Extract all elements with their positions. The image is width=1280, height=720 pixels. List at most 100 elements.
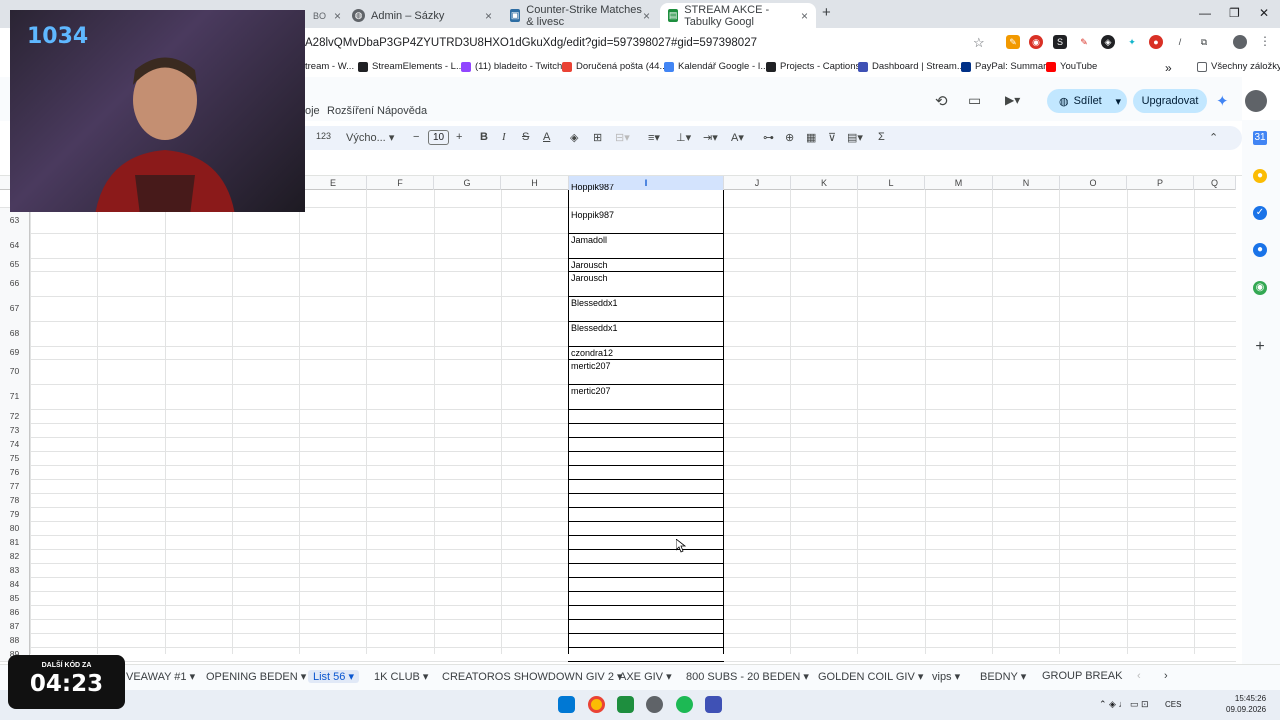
row-number[interactable]: 78 (0, 493, 30, 507)
app-icon[interactable] (617, 696, 634, 713)
bookmark-item[interactable]: Doručená pošta (44... (562, 61, 667, 72)
chevron-right-icon[interactable]: › (1164, 670, 1168, 682)
kebab-menu-icon[interactable]: ⋮ (1259, 34, 1271, 48)
italic-icon[interactable]: I (502, 131, 506, 143)
streamlabs-icon[interactable] (705, 696, 722, 713)
row-number[interactable]: 85 (0, 591, 30, 605)
new-tab-icon[interactable]: + (822, 4, 831, 21)
cell-value[interactable]: mertic207 (571, 361, 611, 371)
bookmark-item[interactable]: Dashboard | Stream... (858, 61, 965, 72)
meet-icon[interactable]: ▶▾ (1005, 93, 1020, 107)
cell-value[interactable]: czondra12 (571, 348, 613, 358)
menu-item[interactable]: oje (305, 105, 320, 117)
history-icon[interactable]: ⟲ (935, 92, 948, 110)
tasks-icon[interactable]: ✓ (1253, 206, 1267, 220)
row-number[interactable]: 87 (0, 619, 30, 633)
windows-start-icon[interactable] (558, 696, 575, 713)
bookmark-item[interactable]: tream - W... (305, 61, 354, 72)
close-icon[interactable]: × (485, 9, 492, 23)
row-number[interactable]: 82 (0, 549, 30, 563)
row-number[interactable]: 69 (0, 346, 30, 359)
cell-value[interactable]: Blesseddx1 (571, 323, 618, 333)
strikethrough-icon[interactable]: S (522, 131, 529, 143)
fill-color-icon[interactable]: ◈ (570, 131, 578, 144)
column-header[interactable]: E (300, 176, 367, 190)
filter-views-icon[interactable]: ▤▾ (847, 131, 863, 144)
column-header[interactable]: F (367, 176, 434, 190)
upgrade-button[interactable]: Upgradovat (1133, 89, 1207, 113)
borders-icon[interactable]: ⊞ (593, 131, 602, 144)
font-select[interactable]: Výcho... ▾ (346, 131, 394, 144)
close-icon[interactable]: × (801, 9, 808, 23)
bookmark-item[interactable]: PayPal: Summary (961, 61, 1051, 72)
row-number[interactable]: 67 (0, 296, 30, 321)
share-button[interactable]: ◍ Sdílet ▾ (1047, 89, 1127, 113)
column-header[interactable]: P (1127, 176, 1194, 190)
extension-icon[interactable]: S (1053, 35, 1067, 49)
bookmark-item[interactable]: YouTube (1046, 61, 1097, 72)
cell-value[interactable]: Jamadoll (571, 235, 607, 245)
row-number[interactable]: 75 (0, 451, 30, 465)
language-indicator[interactable]: CES (1165, 700, 1181, 709)
extension-icon[interactable]: ◈ (1101, 35, 1115, 49)
row-number[interactable]: 71 (0, 384, 30, 409)
menu-extensions[interactable]: Rozšíření (327, 105, 374, 117)
valign-icon[interactable]: ⊥▾ (676, 131, 691, 144)
filter-icon[interactable]: ⊽ (828, 131, 836, 144)
tab-partial[interactable]: BO × (305, 3, 345, 28)
sheet-tab[interactable]: OPENING BEDEN ▾ (206, 670, 306, 683)
row-number[interactable]: 83 (0, 563, 30, 577)
text-color-icon[interactable]: A (543, 131, 550, 143)
column-header[interactable]: L (858, 176, 925, 190)
spotify-icon[interactable] (676, 696, 693, 713)
row-number[interactable]: 66 (0, 271, 30, 296)
font-size-input[interactable]: 10 (428, 130, 449, 145)
row-number[interactable]: 65 (0, 258, 30, 271)
extension-icon[interactable]: ✦ (1125, 35, 1139, 49)
profile-avatar[interactable] (1233, 35, 1247, 49)
calendar-icon[interactable]: 31 (1253, 131, 1267, 145)
column-header[interactable]: J (724, 176, 791, 190)
sheet-tab-active[interactable]: List 56 ▾ (308, 670, 359, 683)
sheet-tab[interactable]: GROUP BREAK SU (1042, 670, 1126, 682)
clock[interactable]: 15:45:26 09.09.2026 (1226, 693, 1266, 715)
tray-icons[interactable]: ⌃ ◈ ♩ ▭ ⊡ (1099, 699, 1149, 710)
row-number[interactable]: 64 (0, 233, 30, 258)
number-format[interactable]: 123 (316, 131, 331, 141)
sheet-tab[interactable]: 1K CLUB ▾ (374, 670, 428, 683)
bookmarks-overflow-icon[interactable]: » (1165, 61, 1172, 75)
sheet-tab[interactable]: CREATOROS SHOWDOWN GIV 2 ▾ (442, 670, 623, 683)
cell-value[interactable]: Hoppik987 (571, 210, 614, 220)
cell-value[interactable]: Jarousch (571, 273, 608, 283)
maximize-icon[interactable]: ❐ (1229, 6, 1240, 20)
wrap-icon[interactable]: ⇥▾ (703, 131, 718, 144)
bookmark-item[interactable]: StreamElements - L... (358, 61, 464, 72)
chrome-icon[interactable] (588, 696, 605, 713)
sheet-tab[interactable]: VEAWAY #1 ▾ (126, 670, 195, 683)
chart-icon[interactable]: ▦ (806, 131, 816, 144)
tab-hltv[interactable]: ▣ Counter-Strike Matches & livesc × (502, 3, 658, 28)
column-header[interactable]: Q (1194, 176, 1236, 190)
row-number[interactable]: 68 (0, 321, 30, 346)
link-icon[interactable]: ⊶ (763, 131, 774, 144)
row-number[interactable]: 79 (0, 507, 30, 521)
extensions-puzzle-icon[interactable]: ⧉ (1197, 35, 1211, 49)
comments-icon[interactable]: ▭ (968, 92, 981, 109)
extension-icon[interactable]: ✎ (1077, 35, 1091, 49)
contacts-icon[interactable]: ● (1253, 243, 1267, 257)
avatar[interactable] (1245, 90, 1267, 112)
url-field[interactable]: A28lvQMvDbaP3GP4ZYUTRD3U8HXO1dGkuXdg/edi… (305, 37, 757, 49)
row-number[interactable]: 72 (0, 409, 30, 423)
bookmark-item[interactable]: Kalendář Google - I... (664, 61, 768, 72)
column-header[interactable]: N (993, 176, 1060, 190)
column-header[interactable]: G (434, 176, 501, 190)
extension-icon[interactable]: ✎ (1006, 35, 1020, 49)
sheet-tab[interactable]: BEDNY ▾ (980, 670, 1026, 683)
cell-value[interactable]: Jarousch (571, 260, 608, 270)
column-header[interactable]: M (925, 176, 993, 190)
row-number[interactable]: 88 (0, 633, 30, 647)
sheet-tab[interactable]: vips ▾ (932, 670, 960, 683)
bold-icon[interactable]: B (480, 131, 488, 143)
functions-icon[interactable]: Σ (878, 131, 885, 143)
row-number[interactable]: 77 (0, 479, 30, 493)
